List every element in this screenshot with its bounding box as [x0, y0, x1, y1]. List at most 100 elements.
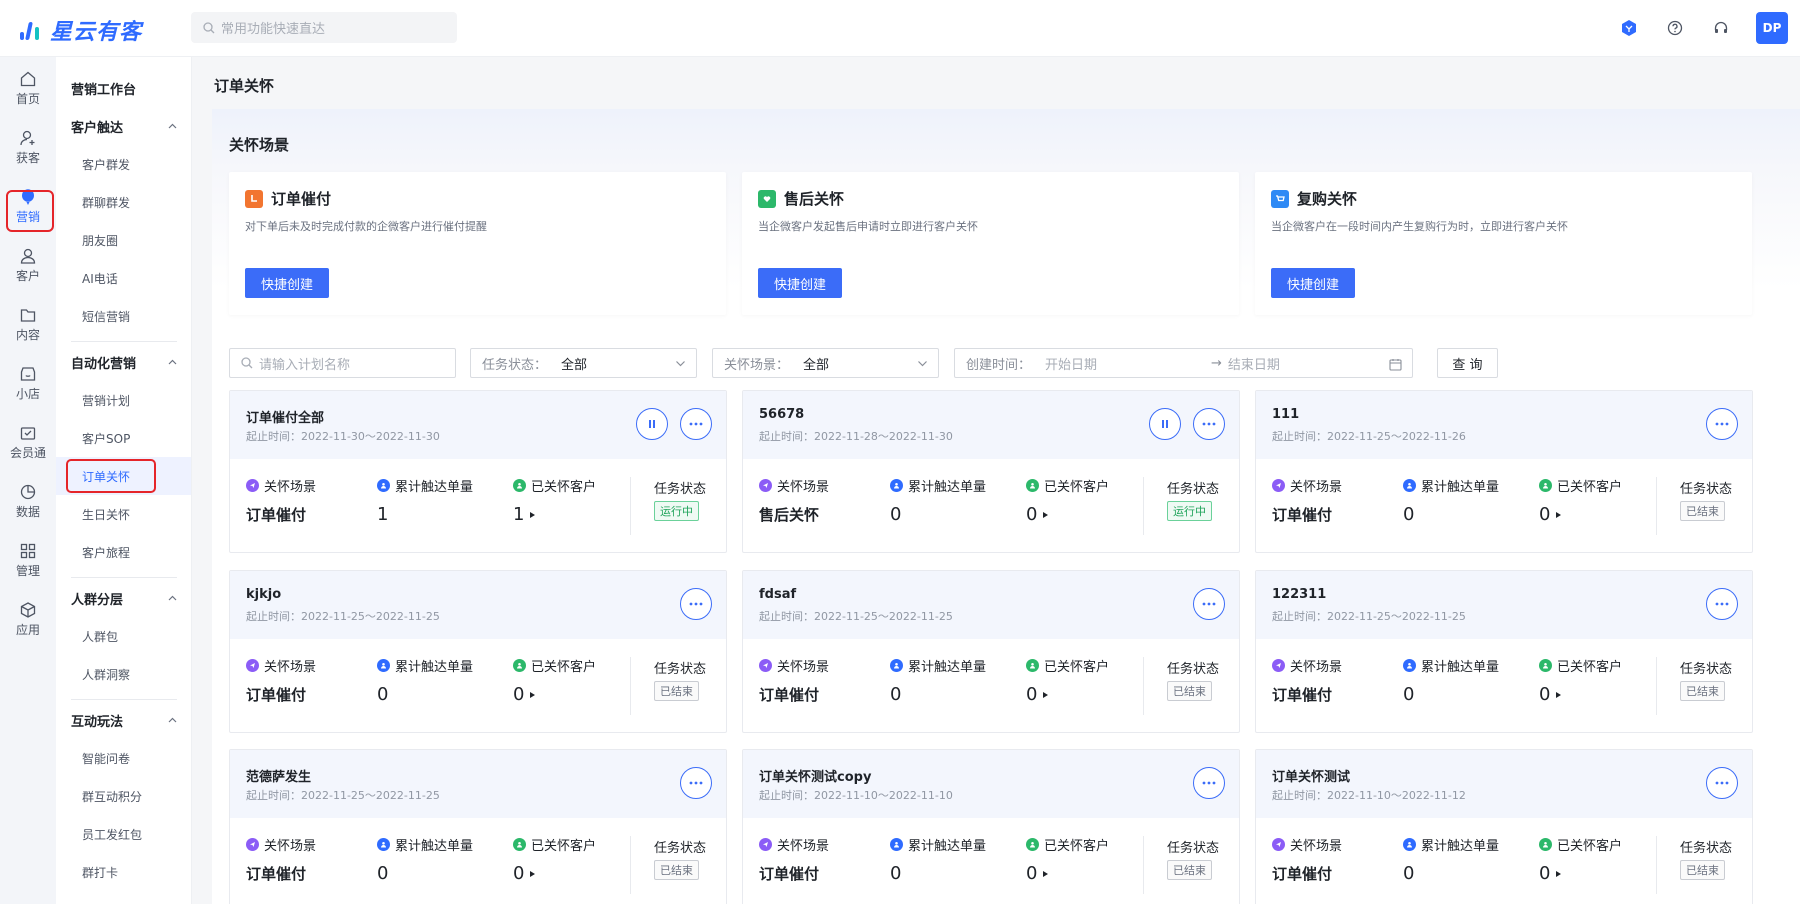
rail-item-shop[interactable]: 小店 — [0, 354, 56, 413]
more-icon — [689, 422, 703, 426]
chevron-down-icon — [918, 361, 927, 367]
stat-label: 关怀场景 — [264, 660, 317, 675]
more-button[interactable] — [1193, 588, 1225, 620]
rail-item-member[interactable]: 会员通 — [0, 413, 56, 472]
main-content: 订单关怀 关怀场景 订单催付 对下单后未及时完成付款的企微客户进行催付提醒 快捷… — [192, 57, 1800, 904]
task-status-select[interactable]: 任务状态： 全部 — [470, 348, 697, 378]
nav-item-ai-call[interactable]: AI电话 — [56, 259, 191, 297]
nav-item-moments[interactable]: 朋友圈 — [56, 221, 191, 259]
status-badge: 运行中 — [654, 501, 699, 521]
nav-item-customer-sop[interactable]: 客户SOP — [56, 419, 191, 457]
nav-group-automation[interactable]: 自动化营销 — [56, 343, 191, 381]
more-button[interactable] — [680, 588, 712, 620]
plan-card[interactable]: fdsaf 起止时间：2022-11-25～2022-11-25 关怀场景 订单催付 累… — [742, 570, 1240, 733]
app-logo[interactable]: 星云有客 — [18, 14, 142, 46]
rail-item-content[interactable]: 内容 — [0, 295, 56, 354]
nav-item-survey[interactable]: 智能问卷 — [56, 739, 191, 777]
nav-item-birthday-care[interactable]: 生日关怀 — [56, 495, 191, 533]
plan-card[interactable]: 56678 起止时间：2022-11-28～2022-11-30 关怀场景 售后关怀 累… — [742, 390, 1240, 553]
quick-create-button[interactable]: 快捷创建 — [1271, 268, 1355, 298]
nav-item-sms[interactable]: 短信营销 — [56, 297, 191, 335]
stat-value: 售后关怀 — [759, 506, 820, 524]
more-button[interactable] — [680, 408, 712, 440]
user-icon — [20, 248, 36, 264]
stat-cared-customers: 已关怀客户 0 — [513, 835, 596, 884]
query-button[interactable]: 查 询 — [1437, 348, 1498, 378]
rail-item-home[interactable]: 首页 — [0, 59, 56, 118]
stat-label: 累计触达单量 — [908, 660, 987, 675]
nav-item-red-packet[interactable]: 员工发红包 — [56, 815, 191, 853]
plan-card[interactable]: 122311 起止时间：2022-11-25～2022-11-25 关怀场景 订单催付… — [1255, 570, 1753, 733]
created-time-range[interactable]: 创建时间： 开始日期 → 结束日期 — [954, 348, 1413, 378]
nav-workbench[interactable]: 营销工作台 — [56, 69, 191, 107]
more-button[interactable] — [1706, 408, 1738, 440]
stat-value-link[interactable]: 0 — [1026, 863, 1109, 884]
plan-name-input[interactable]: 请输入计划名称 — [229, 348, 456, 378]
user-circle-icon — [377, 838, 390, 851]
stat-value-link[interactable]: 0 — [1539, 863, 1622, 884]
pause-button[interactable] — [636, 408, 668, 440]
headset-icon[interactable] — [1710, 17, 1732, 39]
help-icon[interactable] — [1664, 17, 1686, 39]
plan-card[interactable]: 订单关怀测试copy 起止时间：2022-11-10～2022-11-10 关怀场景… — [742, 749, 1240, 904]
nav-item-checkin[interactable]: 群打卡 — [56, 853, 191, 891]
plan-card[interactable]: 111 起止时间：2022-11-25～2022-11-26 关怀场景 订单催付 累计触… — [1255, 390, 1753, 553]
rail-label: 内容 — [15, 328, 40, 342]
stat-label: 已关怀客户 — [531, 660, 597, 675]
plan-card[interactable]: 范德萨发生 起止时间：2022-11-25～2022-11-25 关怀场景 订单催付 累… — [229, 749, 727, 904]
stat-value-link[interactable]: 0 — [1026, 504, 1109, 525]
more-button[interactable] — [680, 767, 712, 799]
care-scene-select[interactable]: 关怀场景： 全部 — [712, 348, 939, 378]
nav-group-segment[interactable]: 人群分层 — [56, 579, 191, 617]
nav-item-customer-broadcast[interactable]: 客户群发 — [56, 145, 191, 183]
rail-item-data[interactable]: 数据 — [0, 472, 56, 531]
nav-group-interactive[interactable]: 互动玩法 — [56, 701, 191, 739]
stat-label: 关怀场景 — [264, 480, 317, 495]
rail-label: 应用 — [15, 623, 40, 637]
hexagon-badge-icon[interactable] — [1618, 17, 1640, 39]
start-date-placeholder[interactable]: 开始日期 — [1045, 354, 1211, 373]
rail-item-apps[interactable]: 应用 — [0, 590, 56, 649]
plan-date-range: 起止时间：2022-11-10～2022-11-10 — [759, 789, 953, 802]
user-avatar[interactable]: DP — [1756, 12, 1788, 44]
plan-card[interactable]: 订单催付全部 起止时间：2022-11-30～2022-11-30 关怀场景 订单催付… — [229, 390, 727, 553]
more-button[interactable] — [1706, 767, 1738, 799]
pause-button[interactable] — [1149, 408, 1181, 440]
plan-name: 订单关怀测试copy — [759, 770, 872, 785]
stat-value-link[interactable]: 0 — [513, 684, 596, 705]
end-date-placeholder[interactable]: 结束日期 — [1228, 354, 1280, 373]
nav-group-reach[interactable]: 客户触达 — [56, 107, 191, 145]
chevron-down-icon — [676, 361, 685, 367]
stat-value-link[interactable]: 0 — [1539, 684, 1622, 705]
rail-item-manage[interactable]: 管理 — [0, 531, 56, 590]
stat-value-link[interactable]: 0 — [1539, 504, 1622, 525]
stat-value-link[interactable]: 0 — [1026, 684, 1109, 705]
global-search-input[interactable]: 常用功能快速直达 — [191, 12, 457, 43]
stat-value-link[interactable]: 1 — [513, 504, 596, 525]
quick-create-button[interactable]: 快捷创建 — [758, 268, 842, 298]
rail-item-customer[interactable]: 客户 — [0, 236, 56, 295]
nav-item-group-broadcast[interactable]: 群聊群发 — [56, 183, 191, 221]
caret-right-icon — [1043, 512, 1049, 518]
plan-card[interactable]: kjkjo 起止时间：2022-11-25～2022-11-25 关怀场景 订单催付 累… — [229, 570, 727, 733]
rail-label: 客户 — [15, 269, 40, 283]
stat-value-link[interactable]: 0 — [513, 863, 596, 884]
status-label: 任务状态 — [1167, 662, 1220, 677]
nav-item-audience-insight[interactable]: 人群洞察 — [56, 655, 191, 693]
send-icon — [1272, 659, 1285, 672]
more-button[interactable] — [1193, 408, 1225, 440]
nav-item-marketing-plan[interactable]: 营销计划 — [56, 381, 191, 419]
plan-card-header: kjkjo 起止时间：2022-11-25～2022-11-25 — [230, 571, 726, 639]
cared-count: 0 — [513, 684, 525, 705]
nav-item-group-points[interactable]: 群互动积分 — [56, 777, 191, 815]
more-button[interactable] — [1706, 588, 1738, 620]
rail-item-acquire[interactable]: 获客 — [0, 118, 56, 177]
nav-item-audience-pack[interactable]: 人群包 — [56, 617, 191, 655]
nav-item-customer-journey[interactable]: 客户旅程 — [56, 533, 191, 571]
more-button[interactable] — [1193, 767, 1225, 799]
quick-create-button[interactable]: 快捷创建 — [245, 268, 329, 298]
plan-card[interactable]: 订单关怀测试 起止时间：2022-11-10～2022-11-12 关怀场景 订单催付… — [1255, 749, 1753, 904]
rail-label: 数据 — [15, 505, 40, 519]
logo-icon — [18, 18, 44, 42]
send-icon — [1272, 479, 1285, 492]
